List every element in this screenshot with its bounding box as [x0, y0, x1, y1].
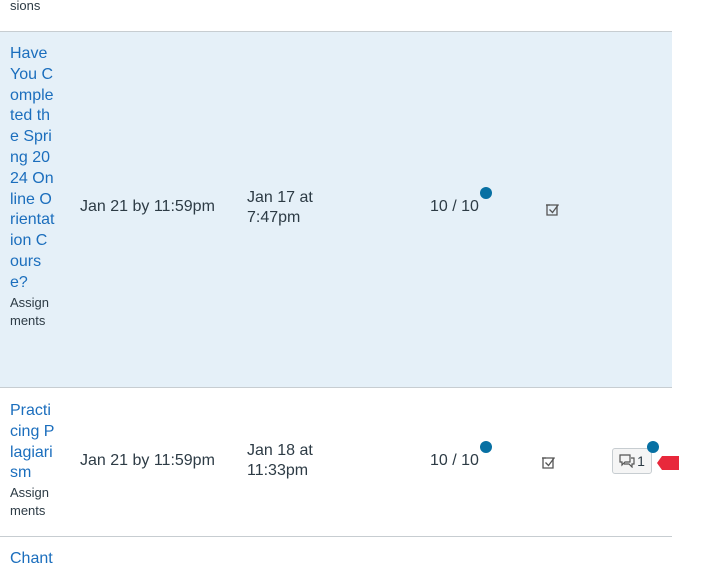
checkmark-submitted-icon [546, 204, 560, 216]
comments-button[interactable]: 1 [612, 448, 652, 474]
unread-score-indicator [480, 441, 492, 453]
assignment-title-cell: Practicing Plagiarism Assignments [10, 401, 56, 520]
grades-table: sions Have You Completed the Spring 2024… [0, 0, 672, 567]
comment-bubble-icon [619, 454, 635, 468]
assignment-type-label: sions [10, 0, 41, 13]
grade-row: Have You Completed the Spring 2024 Onlin… [0, 32, 672, 388]
score: 10 / 10 [430, 198, 479, 215]
assignment-title-cell: Have You Completed the Spring 2024 Onlin… [10, 44, 56, 330]
annotation-arrow-marker [657, 456, 679, 470]
checkmark-submitted-icon [542, 457, 556, 469]
assignment-type-label: Assignments [10, 485, 50, 519]
assignment-title-link[interactable]: Have You Completed the Spring 2024 Onlin… [10, 44, 56, 294]
due-date: Jan 21 by 11:59pm [80, 198, 215, 215]
unread-comment-indicator [647, 441, 659, 453]
assignment-title-link[interactable]: Practicing Plagiarism [10, 401, 56, 484]
grade-row: sions [0, 0, 672, 32]
unread-score-indicator [480, 187, 492, 199]
assignment-title-link[interactable]: Chant [10, 549, 56, 570]
assignment-title-cell: Chant [10, 549, 56, 570]
due-date: Jan 21 by 11:59pm [80, 452, 215, 469]
assignment-type-label: Assignments [10, 294, 50, 328]
submitted-date: Jan 17 at 7:47pm [247, 189, 313, 226]
submitted-date: Jan 18 at 11:33pm [247, 442, 313, 479]
score: 10 / 10 [430, 452, 479, 469]
grade-row: Chant [0, 537, 672, 567]
grade-row: Practicing Plagiarism Assignments Jan 21… [0, 388, 672, 537]
comment-count: 1 [637, 453, 645, 469]
